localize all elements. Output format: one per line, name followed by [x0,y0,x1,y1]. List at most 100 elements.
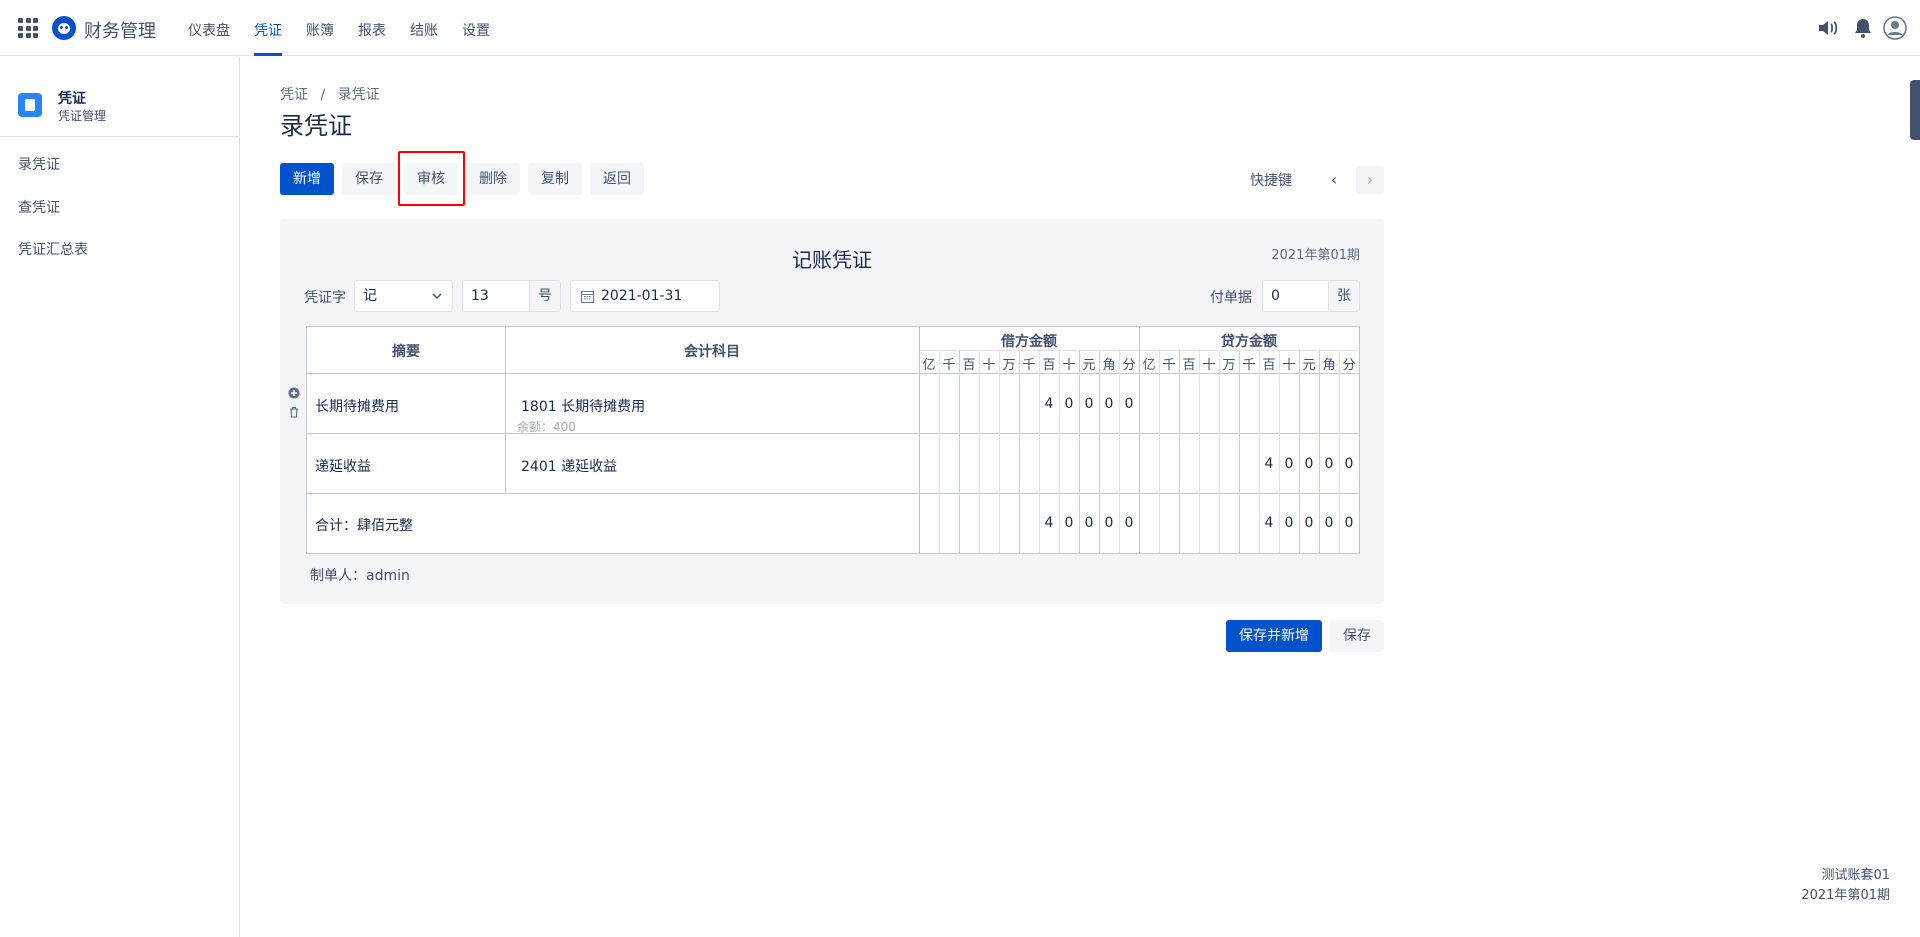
debit-unit-header: 百 [1042,358,1056,373]
voucher-entry-table: 摘要 会计科目 借方金额 贷方金额 亿千百十万千百十元角分亿千百十万千百十元角分… [306,326,1360,554]
chevron-left-icon[interactable]: ‹ [1320,166,1348,194]
credit-unit-header: 亿 [1142,358,1156,373]
trash-icon[interactable] [288,406,300,418]
nav-reports[interactable]: 报表 [358,20,386,56]
back-button[interactable]: 返回 [590,163,644,195]
voucher-date-value: 2021-01-31 [601,288,683,304]
save-and-new-button[interactable]: 保存并新增 [1226,620,1322,652]
credit-unit-header: 千 [1242,358,1256,373]
debit-unit-header: 角 [1102,358,1116,373]
attachment-count-input[interactable]: 0 [1262,280,1329,312]
app-logo-icon[interactable] [52,16,76,40]
bell-icon[interactable] [1851,16,1875,40]
nav-voucher[interactable]: 凭证 [254,20,282,56]
credit-amount-digit[interactable]: 0 [1279,456,1299,472]
debit-amount-digit[interactable]: 0 [1059,515,1079,531]
voucher-date-input[interactable]: 2021-01-31 [570,280,720,312]
save-button[interactable]: 保存 [342,163,396,195]
digit-column-line [999,351,1000,553]
voucher-icon [18,93,42,117]
debit-amount-digit[interactable]: 4 [1039,396,1059,412]
credit-amount-digit[interactable]: 0 [1319,456,1339,472]
sidebar-item-enter-voucher[interactable]: 录凭证 [18,154,60,174]
debit-amount-digit[interactable]: 0 [1119,515,1139,531]
footer-period: 2021年第01期 [1801,888,1890,903]
attachment-suffix: 张 [1328,280,1360,312]
credit-amount-digit[interactable]: 0 [1319,515,1339,531]
delete-button[interactable]: 删除 [466,163,520,195]
nav-closing[interactable]: 结账 [410,20,438,56]
nav-settings[interactable]: 设置 [462,20,490,56]
debit-amount-digit[interactable]: 0 [1099,515,1119,531]
debit-unit-header: 千 [942,358,956,373]
page-title: 录凭证 [280,112,352,140]
credit-amount-digit[interactable]: 0 [1299,515,1319,531]
add-row-icon[interactable] [288,387,300,399]
debit-amount-digit[interactable]: 0 [1099,396,1119,412]
row2-summary[interactable]: 递延收益 [315,456,371,476]
debit-amount-digit[interactable]: 0 [1079,396,1099,412]
sidebar-title: 凭证 [58,91,86,107]
row1-balance: 余额：400 [517,420,576,434]
voucher-number-input[interactable]: 13 [462,280,530,312]
credit-unit-header: 十 [1202,358,1216,373]
speaker-icon[interactable] [1816,16,1840,40]
debit-amount-digit[interactable]: 0 [1079,515,1099,531]
credit-amount-digit[interactable]: 0 [1339,456,1359,472]
debit-amount-digit[interactable]: 4 [1039,515,1059,531]
breadcrumb-root[interactable]: 凭证 [280,87,308,103]
voucher-maker: 制单人：admin [310,568,410,584]
debit-amount-digit[interactable]: 0 [1119,396,1139,412]
credit-amount-digit[interactable]: 4 [1259,515,1279,531]
digit-column-line [1019,351,1020,553]
credit-unit-header: 十 [1282,358,1296,373]
credit-unit-header: 百 [1262,358,1276,373]
row2-account[interactable]: 2401 递延收益 [521,456,617,476]
credit-unit-header: 分 [1342,358,1356,373]
debit-unit-header: 百 [962,358,976,373]
breadcrumb-separator: / [320,87,326,103]
sidebar-item-query-voucher[interactable]: 查凭证 [18,197,60,217]
credit-unit-header: 百 [1182,358,1196,373]
app-switcher-icon[interactable] [18,18,38,38]
new-button[interactable]: 新增 [280,163,334,195]
account-book-name: 测试账套01 [1821,868,1890,883]
credit-unit-header: 千 [1162,358,1176,373]
voucher-word-select[interactable]: 记 [354,280,453,312]
digit-column-line [959,351,960,553]
credit-amount-digit[interactable]: 0 [1339,515,1359,531]
nav-ledger[interactable]: 账簿 [306,20,334,56]
credit-unit-header: 元 [1302,358,1316,373]
copy-button[interactable]: 复制 [528,163,582,195]
sidebar-item-voucher-summary[interactable]: 凭证汇总表 [18,239,88,259]
debit-unit-header: 千 [1022,358,1036,373]
top-navigation: 财务管理 仪表盘 凭证 账簿 报表 结账 设置 [0,0,1920,56]
credit-amount-digit[interactable]: 4 [1259,456,1279,472]
digit-column-line [1219,351,1220,553]
debit-amount-digit[interactable]: 0 [1059,396,1079,412]
sidebar: 凭证 凭证管理 录凭证 查凭证 凭证汇总表 [0,57,240,937]
audit-highlight-box [398,151,465,206]
summary-header: 摘要 [392,344,420,360]
debit-unit-header: 万 [1002,358,1016,373]
row1-summary[interactable]: 长期待摊费用 [315,396,399,416]
avatar-icon[interactable] [1883,16,1907,40]
voucher-word-value: 记 [363,288,377,304]
credit-amount-digit[interactable]: 0 [1279,515,1299,531]
debit-header: 借方金额 [1001,334,1057,350]
digit-column-line [1159,351,1160,553]
breadcrumb: 凭证 / 录凭证 [280,84,380,104]
side-panel-handle[interactable] [1910,80,1920,140]
calendar-icon [581,291,594,303]
app-name[interactable]: 财务管理 [84,17,156,43]
chevron-right-icon[interactable]: › [1356,166,1384,194]
account-header: 会计科目 [684,344,740,360]
digit-column-line [1199,351,1200,553]
credit-amount-digit[interactable]: 0 [1299,456,1319,472]
shortcut-link[interactable]: 快捷键 [1250,170,1292,190]
sidebar-header: 凭证 凭证管理 [0,57,239,137]
nav-dashboard[interactable]: 仪表盘 [188,20,230,56]
voucher-number-suffix: 号 [529,280,561,312]
bottom-save-button[interactable]: 保存 [1330,620,1384,652]
row1-account[interactable]: 1801 长期待摊费用 [521,396,645,416]
